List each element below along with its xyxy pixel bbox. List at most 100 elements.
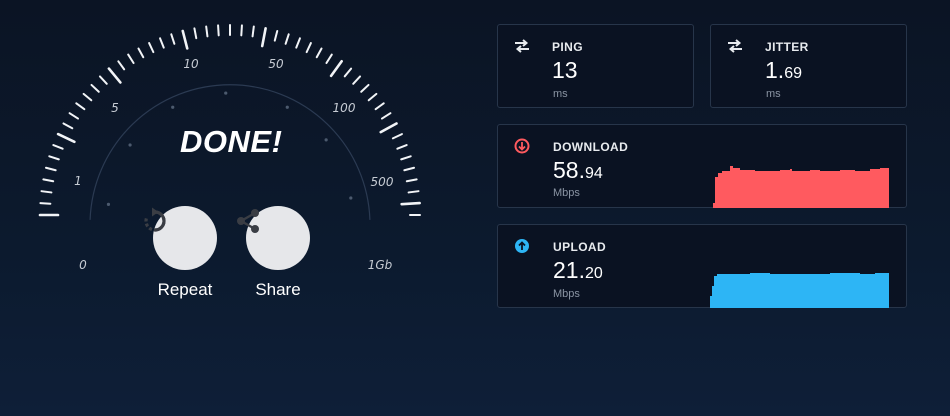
- download-unit: Mbps: [553, 187, 580, 199]
- repeat-label: Repeat: [157, 280, 213, 299]
- gauge-dot: [106, 202, 111, 206]
- gauge-tick: [367, 92, 378, 102]
- gauge-tick: [68, 112, 80, 120]
- gauge-tick: [56, 132, 76, 144]
- gauge-label-100: 100: [332, 101, 356, 115]
- gauge-tick: [42, 178, 55, 183]
- gauge-tick: [284, 33, 290, 45]
- ping-value: 13: [552, 57, 578, 84]
- gauge-dot: [285, 105, 289, 109]
- gauge-tick: [400, 201, 421, 206]
- upload-card: UPLOAD 21.20 Mbps: [497, 224, 907, 308]
- gauge-tick: [39, 202, 52, 205]
- gauge-tick: [137, 47, 145, 59]
- gauge-tick: [170, 33, 176, 45]
- gauge-tick: [391, 133, 403, 140]
- gauge-tick: [127, 53, 135, 65]
- gauge-tick: [380, 112, 392, 120]
- upload-graph-area: [710, 273, 889, 308]
- gauge-tick: [148, 42, 155, 54]
- download-card: DOWNLOAD 58.94 Mbps: [497, 124, 907, 208]
- share-action: Share: [233, 206, 323, 300]
- gauge-tick: [407, 190, 420, 194]
- speed-gauge: 0 1 5 10 50 100 500 1Gb DONE! Repeat Sha…: [30, 20, 430, 299]
- upload-value: 21.20: [553, 257, 603, 284]
- jitter-value: 1.69: [765, 57, 802, 84]
- gauge-tick: [260, 27, 267, 48]
- gauge-tick: [181, 29, 189, 50]
- gauge-label-10: 10: [183, 57, 199, 71]
- swap-arrows-icon: [728, 39, 742, 53]
- gauge-dot: [128, 143, 132, 147]
- gauge-tick: [98, 75, 108, 85]
- gauge-tick: [352, 75, 362, 85]
- gauge-tick: [44, 166, 57, 172]
- upload-value-int: 21.: [553, 257, 585, 283]
- gauge-tick: [295, 37, 301, 49]
- share-icon: [237, 209, 259, 233]
- jitter-unit: ms: [766, 88, 781, 100]
- upload-value-dec: 20: [584, 265, 603, 282]
- test-status-text: DONE!: [180, 124, 283, 159]
- gauge-label-1gb: 1Gb: [367, 258, 393, 272]
- gauge-tick: [217, 24, 220, 37]
- jitter-value-int: 1.: [765, 57, 785, 83]
- download-graph-area: [710, 166, 889, 208]
- gauge-dot: [324, 138, 328, 142]
- download-title: DOWNLOAD: [553, 140, 629, 154]
- speedtest-result-page: 0 1 5 10 50 100 500 1Gb DONE! Repeat Sha…: [0, 0, 950, 416]
- gauge-tick: [117, 60, 126, 71]
- gauge-tick: [90, 83, 100, 93]
- download-speed-graph: [710, 166, 889, 208]
- gauge-tick: [159, 37, 165, 49]
- gauge-tick: [403, 166, 416, 172]
- gauge-tick: [75, 102, 86, 111]
- upload-title: UPLOAD: [553, 240, 607, 254]
- gauge-tick: [360, 83, 370, 93]
- gauge-tick: [205, 25, 209, 38]
- gauge-tick: [305, 42, 312, 54]
- gauge-dot: [224, 91, 228, 95]
- gauge-tick: [405, 178, 418, 183]
- ping-value-int: 13: [552, 57, 578, 83]
- gauge-tick: [193, 27, 198, 40]
- share-label: Share: [255, 280, 301, 299]
- download-value-dec: 94: [584, 165, 603, 182]
- gauge-tick: [325, 53, 333, 65]
- gauge-label-5: 5: [111, 101, 119, 115]
- jitter-value-dec: 69: [784, 65, 802, 82]
- gauge-tick: [107, 67, 122, 84]
- gauge-tick: [343, 67, 353, 78]
- upload-unit: Mbps: [553, 288, 580, 300]
- gauge-tick: [273, 29, 279, 42]
- ping-title: PING: [552, 40, 583, 54]
- upload-speed-graph: [710, 273, 889, 308]
- gauge-tick: [251, 25, 255, 38]
- gauge-tick: [379, 122, 398, 134]
- gauge-tick: [240, 24, 243, 37]
- gauge-dot: [349, 196, 353, 200]
- gauge-tick: [374, 102, 385, 111]
- download-value: 58.94: [553, 157, 603, 184]
- gauge-tick: [400, 155, 412, 161]
- gauge-tick: [48, 155, 60, 161]
- gauge-dot: [171, 105, 175, 109]
- gauge-tick: [40, 190, 53, 194]
- ping-card: PING 13 ms: [497, 24, 694, 108]
- gauge-label-1: 1: [74, 174, 82, 188]
- ping-unit: ms: [553, 88, 568, 100]
- share-button[interactable]: [237, 206, 310, 270]
- gauge-tick: [52, 144, 64, 150]
- gauge-tick: [315, 47, 323, 59]
- repeat-action: Repeat: [140, 206, 230, 300]
- download-arrow-icon: [514, 138, 530, 154]
- gauge-label-0: 0: [79, 258, 87, 272]
- gauge-label-500: 500: [370, 175, 394, 189]
- gauge-label-50: 50: [268, 57, 284, 71]
- upload-arrow-icon: [515, 239, 529, 253]
- repeat-button[interactable]: [144, 206, 217, 270]
- swap-arrows-icon: [515, 39, 529, 53]
- gauge-tick: [82, 92, 93, 102]
- gauge-tick: [396, 144, 408, 150]
- download-value-int: 58.: [553, 157, 585, 183]
